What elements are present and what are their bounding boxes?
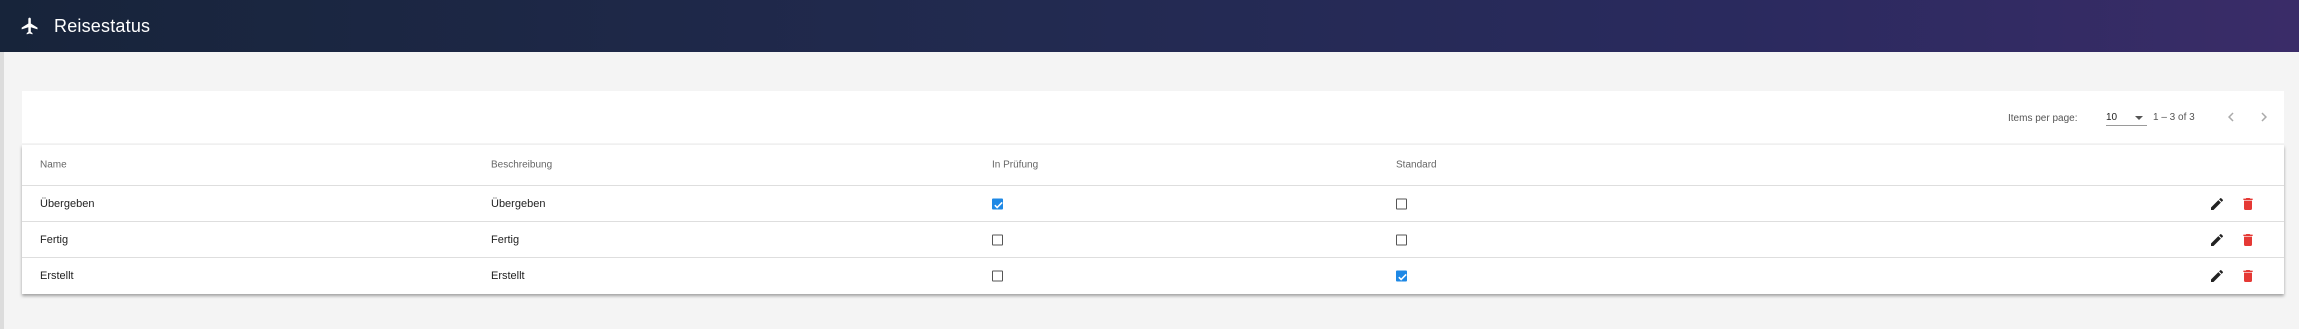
column-header-default[interactable]: Standard bbox=[1396, 160, 1437, 171]
items-per-page-value: 10 bbox=[2106, 112, 2118, 123]
checkmark-icon bbox=[994, 201, 1003, 209]
delete-button[interactable] bbox=[2240, 232, 2256, 248]
cell-description: Erstellt bbox=[491, 270, 525, 282]
cell-name: Erstellt bbox=[40, 270, 74, 282]
status-table: Name Beschreibung In Prüfung Standard Üb… bbox=[22, 145, 2284, 294]
column-header-name[interactable]: Name bbox=[40, 160, 67, 171]
pencil-icon bbox=[2211, 197, 2224, 210]
paginator: Items per page: 10 1 – 3 of 3 bbox=[22, 91, 2284, 143]
items-per-page-select[interactable]: 10 bbox=[2106, 108, 2147, 126]
trash-icon bbox=[2243, 233, 2253, 246]
trash-icon bbox=[2243, 197, 2253, 210]
range-label: 1 – 3 of 3 bbox=[2153, 112, 2195, 123]
table-row: Erstellt Erstellt bbox=[22, 258, 2284, 294]
chevron-left-icon bbox=[2228, 112, 2234, 122]
column-header-in-review[interactable]: In Prüfung bbox=[992, 160, 1038, 171]
in-review-checkbox[interactable] bbox=[992, 198, 1003, 209]
in-review-checkbox[interactable] bbox=[992, 270, 1003, 282]
default-checkbox[interactable] bbox=[1396, 234, 1407, 245]
airplane-icon bbox=[20, 16, 40, 36]
delete-button[interactable] bbox=[2240, 268, 2256, 284]
cell-description: Fertig bbox=[491, 233, 520, 246]
items-per-page-label: Items per page: bbox=[2008, 113, 2078, 124]
table-row: Fertig Fertig bbox=[22, 222, 2284, 258]
pencil-icon bbox=[2211, 269, 2224, 282]
dropdown-arrow-icon bbox=[2135, 116, 2143, 120]
default-checkbox[interactable] bbox=[1396, 198, 1407, 209]
default-checkbox[interactable] bbox=[1396, 270, 1407, 282]
app-header: Reisestatus bbox=[0, 0, 2299, 52]
chevron-right-icon bbox=[2261, 112, 2267, 122]
previous-page-button[interactable] bbox=[2222, 108, 2240, 126]
edit-button[interactable] bbox=[2209, 232, 2225, 248]
cell-name: Fertig bbox=[40, 233, 69, 246]
cell-description: Übergeben bbox=[491, 197, 546, 210]
left-border bbox=[0, 52, 4, 329]
in-review-checkbox[interactable] bbox=[992, 234, 1003, 245]
edit-button[interactable] bbox=[2209, 268, 2225, 284]
table-row: Übergeben Übergeben bbox=[22, 186, 2284, 222]
trash-icon bbox=[2243, 270, 2253, 282]
edit-button[interactable] bbox=[2209, 196, 2225, 212]
cell-name: Übergeben bbox=[40, 197, 95, 210]
checkmark-icon bbox=[1398, 273, 1407, 281]
next-page-button[interactable] bbox=[2255, 108, 2273, 126]
table-header: Name Beschreibung In Prüfung Standard bbox=[22, 145, 2284, 186]
page-title: Reisestatus bbox=[54, 15, 151, 36]
column-header-description[interactable]: Beschreibung bbox=[491, 160, 552, 171]
pencil-icon bbox=[2211, 233, 2224, 246]
delete-button[interactable] bbox=[2240, 196, 2256, 212]
